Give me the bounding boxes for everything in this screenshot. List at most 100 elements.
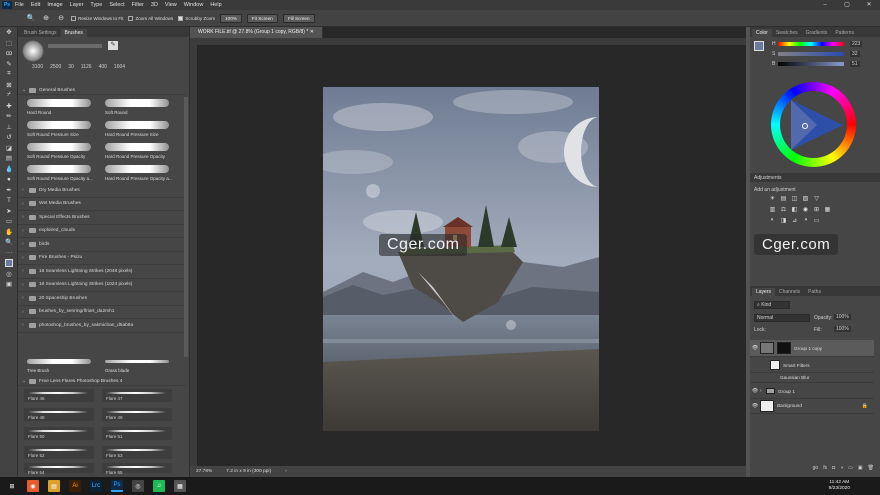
saturation-slider[interactable] [778, 52, 844, 56]
brush-item[interactable]: Soft Round [102, 97, 176, 117]
layer-row[interactable]: Gaussian Blur [750, 373, 874, 383]
exposure-icon[interactable]: ▨ [801, 194, 810, 202]
blur-tool-icon[interactable]: 💧 [0, 164, 18, 175]
channel-mixer-icon[interactable]: ⊞ [812, 205, 821, 213]
brush-tool-icon[interactable]: ✏ [0, 111, 18, 122]
flare-brush[interactable]: Flare 55 [102, 463, 172, 475]
delete-layer-icon[interactable]: 🗑 [868, 465, 874, 475]
tab-channels[interactable]: Channels [775, 288, 804, 296]
visibility-eye-icon[interactable]: 👁 [750, 388, 760, 394]
color-balance-icon[interactable]: ⚖ [779, 205, 788, 213]
brush-group[interactable]: › brushes_by_senringrlfriart_da2mh1 [18, 306, 186, 319]
screen-mode-icon[interactable]: ▣ [0, 279, 18, 290]
foreground-color[interactable] [754, 41, 764, 51]
menu-window[interactable]: Window [184, 2, 204, 8]
new-group-icon[interactable]: ▭ [848, 465, 853, 475]
flare-brush[interactable]: Flare 47 [102, 389, 172, 402]
tab-swatches[interactable]: Swatches [772, 29, 802, 37]
menu-help[interactable]: Help [210, 2, 221, 8]
curves-icon[interactable]: ◫ [790, 194, 799, 202]
size-slider[interactable] [48, 44, 102, 48]
chrome-icon[interactable]: ◉ [27, 480, 39, 492]
menu-file[interactable]: File [15, 2, 24, 8]
mask-icon[interactable]: ◘ [832, 465, 835, 475]
levels-icon[interactable]: ▤ [779, 194, 788, 202]
zoom-100-button[interactable]: 100% [220, 13, 242, 23]
shape-tool-icon[interactable]: ▭ [0, 216, 18, 227]
zoom-in-icon[interactable]: ⊕ [41, 13, 51, 23]
saturation-value[interactable]: 32 [850, 51, 860, 57]
brush-item[interactable]: Soft Round Pressure Opacity [24, 141, 98, 161]
brush-item[interactable]: Hard Round Pressure Size [102, 119, 176, 139]
layer-row[interactable]: 👁 Background 🔒 [750, 398, 874, 414]
flare-brush[interactable]: Flare 52 [24, 446, 94, 459]
black-white-icon[interactable]: ◧ [790, 205, 799, 213]
close-tab-icon[interactable]: ✕ [310, 29, 314, 35]
new-layer-icon[interactable]: ▣ [858, 465, 863, 475]
zoom-level[interactable]: 27.78% [196, 469, 212, 474]
lasso-tool-icon[interactable]: ꝏ [0, 48, 18, 59]
menu-select[interactable]: Select [109, 2, 124, 8]
tab-layers[interactable]: Layers [752, 288, 776, 296]
brightness-value[interactable]: 51 [850, 61, 860, 67]
flare-brush[interactable]: Flare 49 [102, 408, 172, 421]
app-icon[interactable]: ▦ [174, 480, 186, 492]
move-tool-icon[interactable]: ✥ [0, 27, 18, 38]
color-lookup-icon[interactable]: ▦ [823, 205, 832, 213]
link-layers-icon[interactable]: go [813, 465, 819, 475]
app-icon[interactable]: ◎ [132, 480, 144, 492]
menu-layer[interactable]: Layer [70, 2, 84, 8]
brush-item[interactable]: Grass blade [102, 355, 176, 375]
tab-gradients[interactable]: Gradients [802, 29, 832, 37]
clone-stamp-icon[interactable]: ⊥ [0, 122, 18, 133]
threshold-icon[interactable]: ⊿ [790, 216, 799, 224]
recent-brush-size[interactable]: 400 [99, 64, 107, 70]
visibility-eye-icon[interactable]: 👁 [750, 345, 760, 351]
minimize-button[interactable]: – [814, 0, 836, 10]
tab-color[interactable]: Color [752, 29, 772, 37]
flare-brush[interactable]: Flare 53 [102, 446, 172, 459]
brush-group[interactable]: › 18 Seamless Lightning Strikes (2048 pix… [18, 265, 186, 279]
new-brush-icon[interactable]: ✎ [108, 41, 118, 50]
posterize-icon[interactable]: ◨ [779, 216, 788, 224]
brush-group[interactable]: › 20 Spaceship Brushes [18, 292, 186, 306]
general-brushes-group[interactable]: ⌄ General Brushes [18, 86, 186, 95]
file-explorer-icon[interactable]: ▤ [48, 480, 60, 492]
brush-item[interactable]: Tree Brush [24, 355, 98, 375]
frame-tool-icon[interactable]: ⊠ [0, 80, 18, 91]
brush-item[interactable]: Soft Round Pressure Opacity a... [24, 163, 98, 183]
crop-tool-icon[interactable]: ⌗ [0, 69, 18, 80]
recent-brush-size[interactable]: 3100 [32, 64, 43, 70]
brush-item[interactable]: Hard Round Pressure Opacity [102, 141, 176, 161]
menu-edit[interactable]: Edit [31, 2, 40, 8]
color-wheel[interactable] [771, 82, 856, 167]
hue-value[interactable]: 223 [850, 41, 863, 47]
hand-tool-icon[interactable]: ✋ [0, 227, 18, 238]
menu-image[interactable]: Image [47, 2, 62, 8]
brush-group[interactable]: › Wet Media Brushes [18, 198, 186, 211]
path-select-icon[interactable]: ➤ [0, 206, 18, 217]
brush-group[interactable]: › Special Effects Brushes [18, 211, 186, 225]
zoom-out-icon[interactable]: ⊖ [56, 13, 66, 23]
flare-brush[interactable]: Flare 50 [24, 427, 94, 440]
eraser-icon[interactable]: ◪ [0, 143, 18, 154]
start-button-icon[interactable]: ⊞ [6, 480, 18, 492]
layer-row[interactable]: Smart Filters [750, 358, 874, 373]
menu-3d[interactable]: 3D [151, 2, 158, 8]
brightness-slider[interactable] [778, 62, 844, 66]
zoom-all-checkbox[interactable]: Zoom All Windows [128, 15, 173, 21]
photoshop-taskbar-icon[interactable]: Ps [111, 480, 123, 492]
layer-kind-filter[interactable]: ⌕ Kind [754, 301, 790, 309]
spotify-icon[interactable]: ♫ [153, 480, 165, 492]
zoom-tool-side-icon[interactable]: 🔍 [0, 237, 18, 248]
photo-filter-icon[interactable]: ◉ [801, 205, 810, 213]
quick-mask-icon[interactable]: ◎ [0, 269, 18, 280]
brush-item[interactable]: Hard Round [24, 97, 98, 117]
visibility-eye-icon[interactable]: 👁 [750, 403, 760, 409]
brush-item[interactable]: Soft Round Pressure Size [24, 119, 98, 139]
pen-tool-icon[interactable]: ✒ [0, 185, 18, 196]
vibrance-icon[interactable]: ▽ [812, 194, 821, 202]
document-size[interactable]: 7.2 in x 9 in (300 ppi) [226, 469, 271, 474]
history-brush-icon[interactable]: ↺ [0, 132, 18, 143]
brush-group[interactable]: › Fire Brushes - Psizu [18, 252, 186, 265]
